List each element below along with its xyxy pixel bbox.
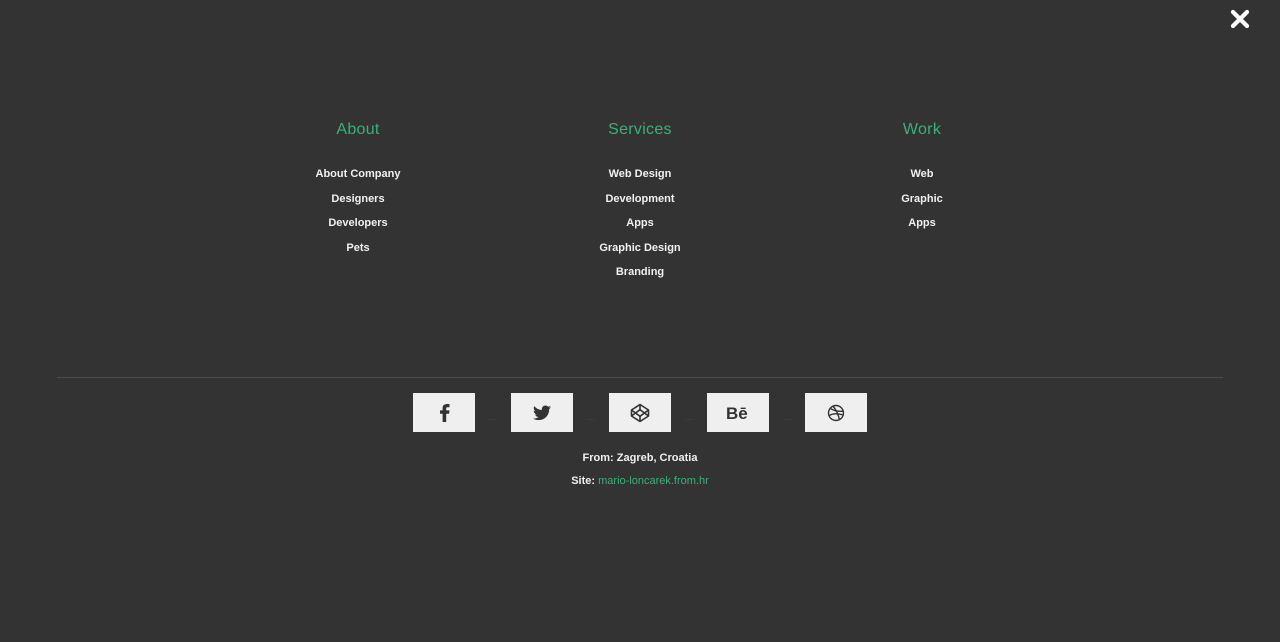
menu-link-graphic[interactable]: Graphic	[822, 189, 1022, 214]
twitter-icon	[533, 405, 551, 420]
codepen-icon	[630, 403, 650, 422]
work-heading: Work	[902, 121, 942, 138]
menu-link-pets[interactable]: Pets	[258, 238, 458, 263]
facebook-icon	[440, 403, 450, 422]
menu-link-apps[interactable]: Apps	[540, 213, 740, 238]
menu-link-web-design[interactable]: Web Design	[540, 164, 740, 189]
work-column: Work Web Graphic Apps	[822, 120, 1022, 238]
menu-link-developers[interactable]: Developers	[258, 213, 458, 238]
divider	[57, 377, 1223, 378]
site-label: Site:	[571, 475, 596, 487]
separator	[685, 419, 693, 420]
location-text: From: Zagreb, Croatia	[582, 452, 698, 464]
separator	[489, 419, 497, 420]
about-column: About About Company Designers Developers…	[258, 120, 458, 262]
services-heading: Services	[608, 121, 672, 138]
menu-link-work-apps[interactable]: Apps	[822, 213, 1022, 238]
about-heading: About	[336, 121, 380, 138]
behance-icon: Bē	[726, 405, 748, 421]
menu-link-branding[interactable]: Branding	[540, 262, 740, 287]
behance-button[interactable]: Bē	[707, 393, 769, 432]
svg-text:Bē: Bē	[726, 405, 748, 421]
menu-link-designers[interactable]: Designers	[258, 189, 458, 214]
codepen-button[interactable]	[609, 393, 671, 432]
site-link[interactable]: mario-loncarek.from.hr	[598, 475, 709, 487]
menu-link-graphic-design[interactable]: Graphic Design	[540, 238, 740, 263]
twitter-button[interactable]	[511, 393, 573, 432]
dribbble-button[interactable]	[805, 393, 867, 432]
facebook-button[interactable]	[413, 393, 475, 432]
footer-menu: About About Company Designers Developers…	[0, 120, 1280, 300]
dribbble-icon	[827, 404, 845, 421]
close-icon	[1230, 9, 1250, 29]
menu-link-development[interactable]: Development	[540, 189, 740, 214]
separator	[587, 419, 595, 420]
close-button[interactable]	[1229, 8, 1251, 30]
site-info: Site: mario-loncarek.from.hr	[0, 475, 1280, 487]
menu-link-web[interactable]: Web	[822, 164, 1022, 189]
services-column: Services Web Design Development Apps Gra…	[540, 120, 740, 287]
menu-link-about-company[interactable]: About Company	[258, 164, 458, 189]
separator	[783, 419, 791, 420]
